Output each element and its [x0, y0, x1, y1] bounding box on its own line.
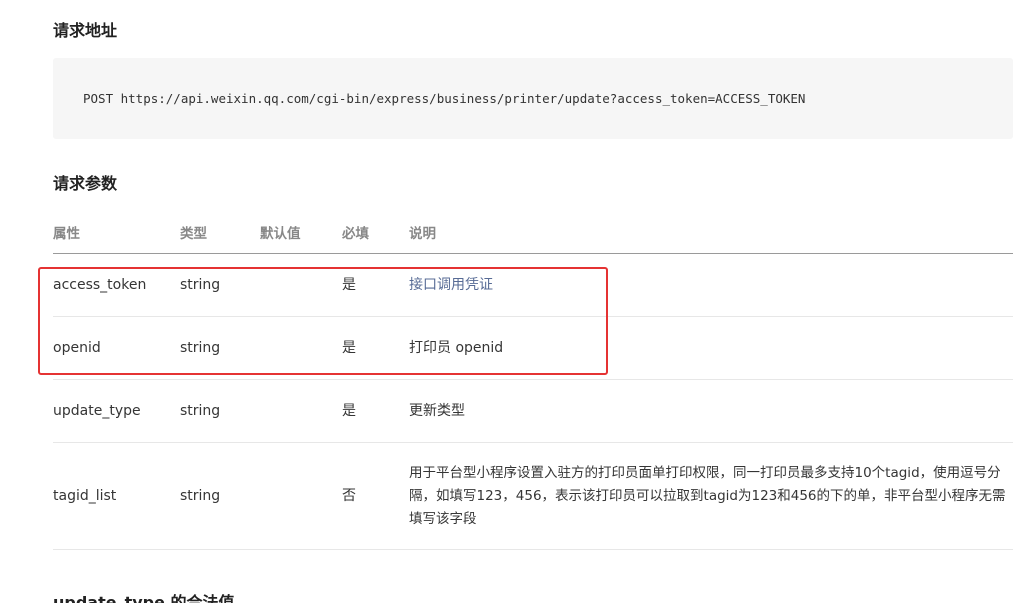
doc-page: 请求地址 POST https://api.weixin.qq.com/cgi-…: [0, 0, 1032, 603]
request-params-heading: 请求参数: [53, 174, 118, 193]
param-name: access_token: [53, 277, 147, 293]
access-token-doc-link[interactable]: 接口调用凭证: [409, 273, 493, 297]
request-url-heading: 请求地址: [53, 21, 118, 40]
table-row: tagid_list string 否 用于平台型小程序设置入驻方的打印员面单打…: [53, 443, 1013, 550]
param-name: openid: [53, 340, 101, 356]
param-default: [260, 380, 342, 442]
header-attr: 属性: [53, 225, 80, 242]
param-desc: 打印员 openid: [409, 340, 504, 356]
header-required: 必填: [342, 225, 369, 242]
params-table: 属性 类型 默认值 必填 说明 access_token string 是 接口…: [53, 214, 1013, 550]
update-type-values-heading: update_type 的合法值: [53, 593, 235, 603]
header-desc: 说明: [409, 225, 436, 242]
table-row: access_token string 是 接口调用凭证: [53, 254, 1013, 317]
table-row: update_type string 是 更新类型: [53, 380, 1013, 443]
param-default: [260, 254, 342, 316]
header-default: 默认值: [260, 225, 301, 242]
param-name: update_type: [53, 403, 141, 419]
request-url-code: POST https://api.weixin.qq.com/cgi-bin/e…: [83, 91, 806, 106]
param-desc-link[interactable]: 接口调用凭证: [409, 254, 1013, 316]
table-row: openid string 是 打印员 openid: [53, 317, 1013, 380]
param-required: 是: [342, 403, 356, 419]
param-name: tagid_list: [53, 488, 117, 504]
param-default: [260, 443, 342, 549]
request-url-code-block: POST https://api.weixin.qq.com/cgi-bin/e…: [53, 58, 1013, 139]
param-desc: 用于平台型小程序设置入驻方的打印员面单打印权限，同一打印员最多支持10个tagi…: [409, 464, 1006, 527]
param-required: 是: [342, 340, 356, 356]
params-table-header: 属性 类型 默认值 必填 说明: [53, 214, 1013, 254]
header-type: 类型: [180, 225, 207, 242]
param-desc: 更新类型: [409, 403, 465, 419]
param-required: 否: [342, 488, 356, 504]
param-type: string: [180, 403, 221, 419]
param-required: 是: [342, 277, 356, 293]
param-default: [260, 317, 342, 379]
param-type: string: [180, 340, 221, 356]
param-type: string: [180, 277, 221, 293]
param-type: string: [180, 488, 221, 504]
